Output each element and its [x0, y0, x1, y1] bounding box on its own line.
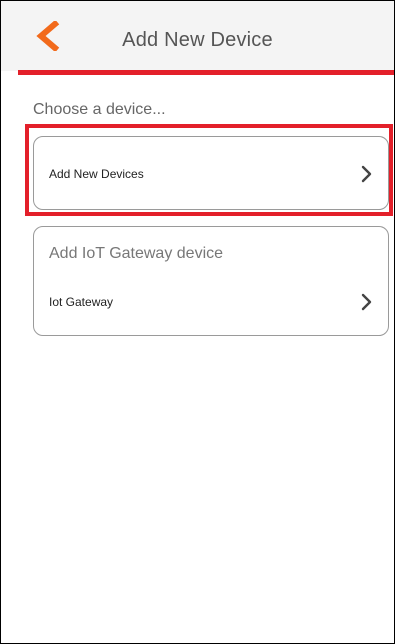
- iot-gateway-heading: Add IoT Gateway device: [49, 245, 224, 262]
- iot-gateway-label: Iot Gateway: [49, 295, 114, 309]
- page-title: Add New Device: [122, 29, 273, 51]
- chevron-right-icon: [360, 293, 374, 311]
- header-underline: [18, 70, 394, 75]
- section-label: Choose a device...: [33, 101, 166, 118]
- app-header: Add New Device: [1, 1, 394, 71]
- highlight-box: [25, 124, 393, 216]
- iot-gateway-card[interactable]: Add IoT Gateway device Iot Gateway: [33, 226, 389, 336]
